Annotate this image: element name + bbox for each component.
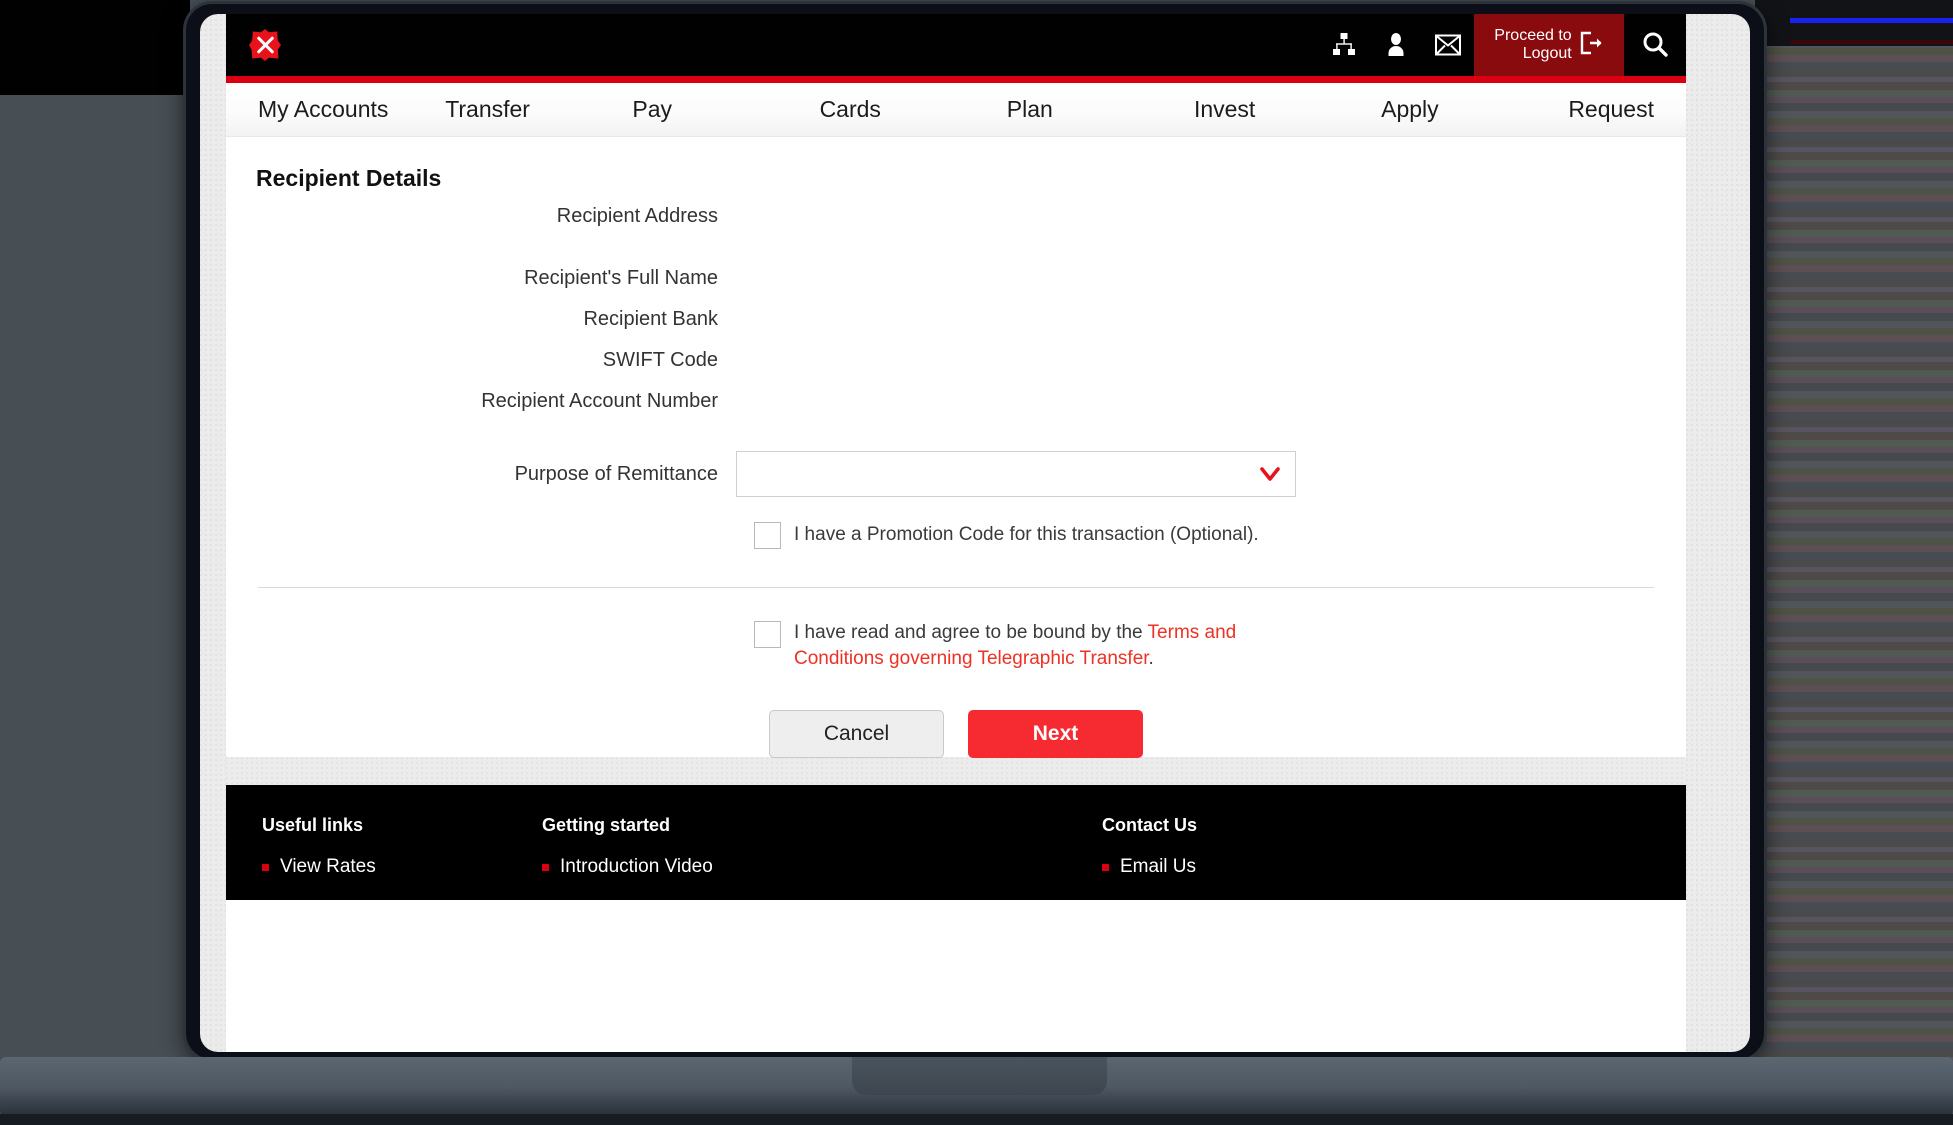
page-margin-right <box>1686 14 1750 1052</box>
footer-link-label: Introduction Video <box>560 856 713 878</box>
bullet-icon <box>1102 864 1109 871</box>
label-recipient-account-number: Recipient Account Number <box>226 388 736 414</box>
recipient-details-panel: Recipient Details Recipient Address Reci… <box>226 137 1686 757</box>
laptop-frame: Proceed to Logout <box>186 4 1764 1059</box>
terms-checkbox-row: I have read and agree to be bound by the… <box>226 620 1686 672</box>
purpose-of-remittance-select[interactable] <box>736 451 1296 497</box>
footer-heading-useful-links: Useful links <box>262 815 542 836</box>
field-row-recipient-account-number: Recipient Account Number <box>226 388 1686 429</box>
page-margin-left <box>200 14 226 1052</box>
desktop-background-left <box>0 0 190 1125</box>
user-icon[interactable] <box>1370 14 1422 76</box>
cancel-button[interactable]: Cancel <box>769 710 944 758</box>
chevron-down-icon <box>1259 463 1281 485</box>
laptop-base-notch <box>852 1057 1107 1095</box>
label-recipient-full-name: Recipient's Full Name <box>226 265 736 291</box>
section-divider <box>258 587 1654 588</box>
field-row-recipient-bank: Recipient Bank <box>226 306 1686 347</box>
logout-label-line1: Proceed to <box>1494 27 1571 45</box>
top-bar-actions: Proceed to Logout <box>1318 14 1686 76</box>
form-action-buttons: Cancel Next <box>226 710 1686 758</box>
nav-item-my-accounts[interactable]: My Accounts <box>258 96 445 123</box>
promotion-code-label: I have a Promotion Code for this transac… <box>794 521 1259 548</box>
footer-link-label: Email Us <box>1120 856 1196 878</box>
search-icon[interactable] <box>1624 14 1686 76</box>
terms-text-after: . <box>1149 648 1154 669</box>
footer-columns: Useful links View Rates Getting started … <box>262 815 1650 900</box>
nav-item-cards[interactable]: Cards <box>820 96 1007 123</box>
bullet-icon <box>542 864 549 871</box>
logout-icon <box>1578 30 1604 61</box>
field-row-purpose-of-remittance: Purpose of Remittance <box>226 443 1686 505</box>
label-purpose-of-remittance: Purpose of Remittance <box>226 463 736 486</box>
footer-heading-getting-started: Getting started <box>542 815 1102 836</box>
desktop-background-blue-line <box>1790 18 1953 23</box>
promotion-code-checkbox-row: I have a Promotion Code for this transac… <box>226 521 1686 549</box>
promotion-code-checkbox[interactable] <box>754 522 781 549</box>
label-recipient-bank: Recipient Bank <box>226 306 736 332</box>
footer-column-useful-links: Useful links View Rates <box>262 815 542 900</box>
desktop-background-left-black <box>0 0 190 95</box>
footer-link-email-us[interactable]: Email Us <box>1102 856 1650 878</box>
footer-heading-contact-us: Contact Us <box>1102 815 1650 836</box>
desktop-background-red-line <box>1790 40 1953 44</box>
footer-link-introduction-video[interactable]: Introduction Video <box>542 856 1102 878</box>
nav-item-apply[interactable]: Apply <box>1381 96 1568 123</box>
footer-link-view-rates[interactable]: View Rates <box>262 856 542 878</box>
nav-item-invest[interactable]: Invest <box>1194 96 1381 123</box>
bullet-icon <box>262 864 269 871</box>
page-title: Recipient Details <box>256 165 441 192</box>
page-gap-strip <box>226 757 1686 785</box>
terms-checkbox[interactable] <box>754 621 781 648</box>
brand-accent-rule <box>226 76 1686 83</box>
footer-column-getting-started: Getting started Introduction Video <box>542 815 1102 900</box>
main-navigation: My Accounts Transfer Pay Cards Plan Inve… <box>226 83 1686 137</box>
laptop-screen: Proceed to Logout <box>200 14 1750 1052</box>
browser-viewport: Proceed to Logout <box>226 14 1686 1052</box>
terms-label: I have read and agree to be bound by the… <box>794 620 1324 672</box>
top-bar: Proceed to Logout <box>226 14 1686 76</box>
next-button[interactable]: Next <box>968 710 1143 758</box>
label-swift-code: SWIFT Code <box>226 347 736 373</box>
nav-item-pay[interactable]: Pay <box>632 96 819 123</box>
bank-logo[interactable] <box>248 28 282 62</box>
field-row-recipient-full-name: Recipient's Full Name <box>226 265 1686 306</box>
sitemap-icon[interactable] <box>1318 14 1370 76</box>
envelope-icon[interactable] <box>1422 14 1474 76</box>
footer-column-contact-us: Contact Us Email Us <box>1102 815 1650 900</box>
laptop-base-shadow <box>0 1114 1953 1125</box>
site-footer: Useful links View Rates Getting started … <box>226 785 1686 900</box>
logout-label-line2: Logout <box>1494 45 1571 63</box>
proceed-to-logout-button[interactable]: Proceed to Logout <box>1474 14 1624 76</box>
nav-item-plan[interactable]: Plan <box>1007 96 1194 123</box>
field-row-swift-code: SWIFT Code <box>226 347 1686 388</box>
recipient-form: Recipient Address Recipient's Full Name … <box>226 203 1686 758</box>
label-recipient-address: Recipient Address <box>226 203 736 229</box>
footer-link-label: View Rates <box>280 856 376 878</box>
desktop-background-stripes-right <box>1755 0 1953 1125</box>
nav-item-transfer[interactable]: Transfer <box>445 96 632 123</box>
nav-item-request[interactable]: Request <box>1568 96 1654 123</box>
field-row-recipient-address: Recipient Address <box>226 203 1686 265</box>
terms-text-before: I have read and agree to be bound by the <box>794 622 1148 643</box>
